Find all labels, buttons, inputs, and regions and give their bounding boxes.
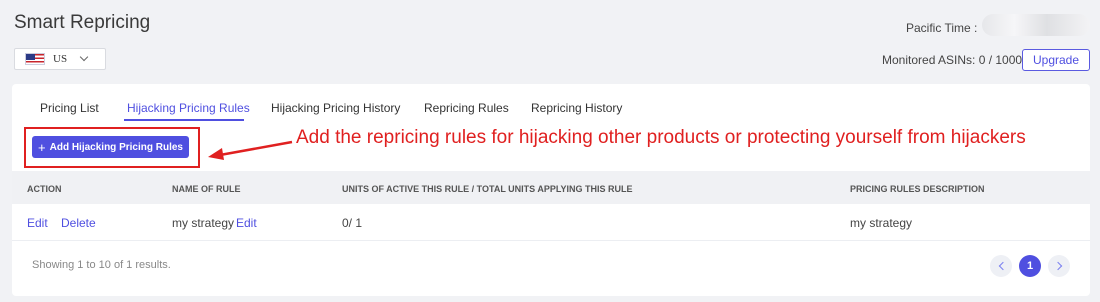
rule-name: my strategy: [172, 216, 235, 230]
chevron-left-icon: [998, 261, 1007, 271]
tab-repricing-rules[interactable]: Repricing Rules: [424, 101, 509, 115]
rule-description: my strategy: [850, 216, 913, 230]
column-header-description: PRICING RULES DESCRIPTION: [850, 184, 985, 194]
chevron-right-icon: [1053, 261, 1062, 271]
chevron-down-icon: [79, 52, 89, 62]
us-flag-icon: [25, 53, 45, 65]
rule-name-edit-link[interactable]: Edit: [236, 216, 257, 230]
plus-icon: +: [38, 139, 46, 155]
upgrade-button[interactable]: Upgrade: [1022, 49, 1090, 71]
annotation-arrow-icon: [208, 140, 293, 160]
delete-link[interactable]: Delete: [61, 216, 96, 230]
tab-hijacking-pricing-history[interactable]: Hijacking Pricing History: [271, 101, 400, 115]
country-select[interactable]: US: [14, 48, 106, 70]
annotation-text: Add the repricing rules for hijacking ot…: [296, 127, 1026, 148]
row-divider: [12, 240, 1090, 241]
prev-page-button[interactable]: [990, 255, 1012, 277]
country-code: US: [53, 53, 68, 65]
add-hijacking-pricing-rules-button[interactable]: + Add Hijacking Pricing Rules: [32, 136, 189, 158]
edit-link[interactable]: Edit: [27, 216, 48, 230]
active-tab-indicator: [124, 119, 244, 121]
pacific-time-value-blurred: [982, 14, 1090, 36]
next-page-button[interactable]: [1048, 255, 1070, 277]
rule-units: 0/ 1: [342, 216, 363, 230]
pacific-time-label: Pacific Time :: [906, 21, 978, 35]
column-header-name-of-rule: NAME OF RULE: [172, 184, 241, 194]
tab-pricing-list[interactable]: Pricing List: [40, 101, 99, 115]
page-1-button[interactable]: 1: [1019, 255, 1041, 277]
monitored-asins: Monitored ASINs: 0 / 1000: [882, 53, 1023, 67]
column-header-units: UNITS OF ACTIVE THIS RULE / TOTAL UNITS …: [342, 184, 633, 194]
tab-repricing-history[interactable]: Repricing History: [531, 101, 622, 115]
tab-hijacking-pricing-rules[interactable]: Hijacking Pricing Rules: [127, 101, 250, 115]
page-title: Smart Repricing: [14, 12, 151, 33]
column-header-action: ACTION: [27, 184, 62, 194]
add-button-label: Add Hijacking Pricing Rules: [49, 141, 183, 153]
results-summary: Showing 1 to 10 of 1 results.: [32, 259, 171, 271]
